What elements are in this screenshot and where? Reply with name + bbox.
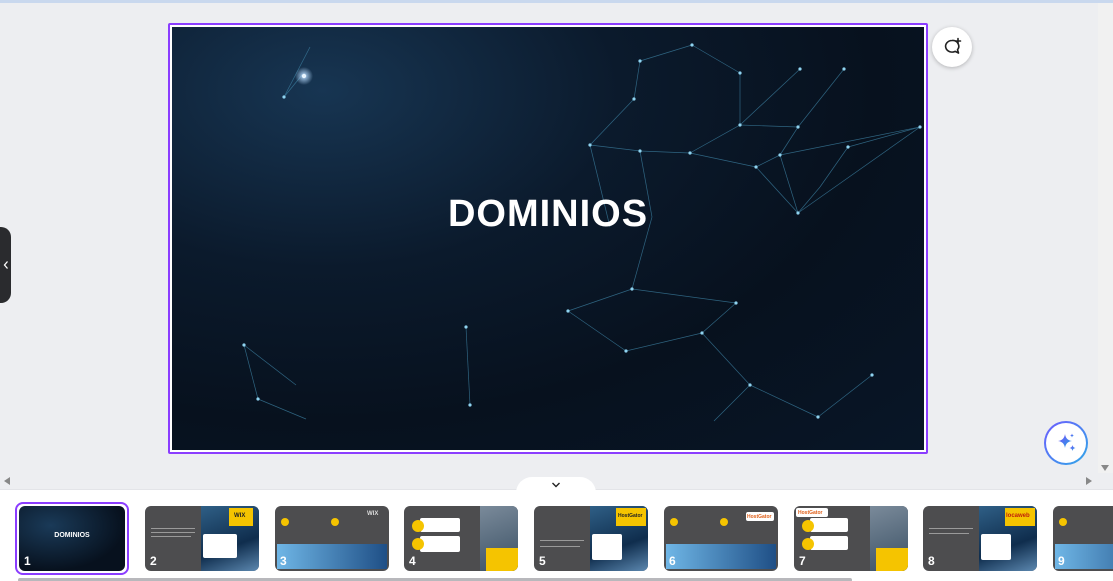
add-comment-button[interactable]	[932, 27, 972, 67]
slide-canvas[interactable]: DOMINIOS	[172, 27, 924, 450]
slide-thumbnail-9[interactable]: 9	[1053, 506, 1113, 571]
chevron-left-icon	[3, 261, 8, 269]
thumbnail-logo: HostGator	[747, 514, 772, 520]
thumbnail-number: 5	[539, 554, 546, 568]
thumbnail-number: 7	[799, 554, 806, 568]
slide-thumbnail-6[interactable]: HostGator 6	[664, 506, 778, 571]
add-comment-icon	[944, 37, 962, 54]
thumbnail-number: 3	[280, 554, 287, 568]
side-panel-toggle[interactable]	[0, 227, 11, 303]
thumbnail-title: DOMINIOS	[54, 532, 90, 539]
vertical-scrollbar[interactable]	[1098, 3, 1113, 473]
slide-thumbnail-5[interactable]: HostGator 5	[534, 506, 648, 571]
slide-thumbnail-1[interactable]: DOMINIOS 1	[19, 506, 125, 571]
thumbnail-number: 2	[150, 554, 157, 568]
thumbnail-number: 6	[669, 554, 676, 568]
scroll-down-arrow-icon[interactable]	[1101, 465, 1109, 471]
slide-title[interactable]: DOMINIOS	[172, 193, 924, 236]
slide-thumbnail-3[interactable]: WIX 3	[275, 506, 389, 571]
thumbnail-logo: WIX	[234, 513, 246, 519]
slide-filmstrip: DOMINIOS 1 WIX 2 WIX 3 4 HostGator 5 Hos…	[0, 489, 1113, 581]
slide-thumbnail-4[interactable]: 4	[404, 506, 518, 571]
chevron-down-icon	[552, 482, 560, 488]
slide-thumbnail-8[interactable]: locaweb 8	[923, 506, 1037, 571]
scroll-right-arrow-icon[interactable]	[1086, 477, 1092, 485]
thumbnail-number: 8	[928, 554, 935, 568]
thumbnail-number: 1	[24, 554, 31, 568]
thumbnail-logo: locaweb	[1006, 513, 1030, 519]
slide-thumbnail-2[interactable]: WIX 2	[145, 506, 259, 571]
collapse-filmstrip-button[interactable]	[516, 477, 596, 493]
thumbnail-logo: WIX	[367, 511, 379, 517]
thumbnail-number: 9	[1058, 554, 1065, 568]
magic-assistant-button[interactable]	[1044, 421, 1088, 465]
magic-sparkle-icon	[1058, 433, 1076, 451]
thumbnail-number: 4	[409, 554, 416, 568]
thumbnail-logo: HostGator	[618, 513, 643, 519]
slide-thumbnail-7[interactable]: HostGator 7	[794, 506, 908, 571]
thumbnail-logo: HostGator	[798, 510, 823, 516]
network-background-image	[242, 43, 922, 422]
current-slide-frame[interactable]: DOMINIOS	[168, 23, 928, 454]
scroll-left-arrow-icon[interactable]	[4, 477, 10, 485]
